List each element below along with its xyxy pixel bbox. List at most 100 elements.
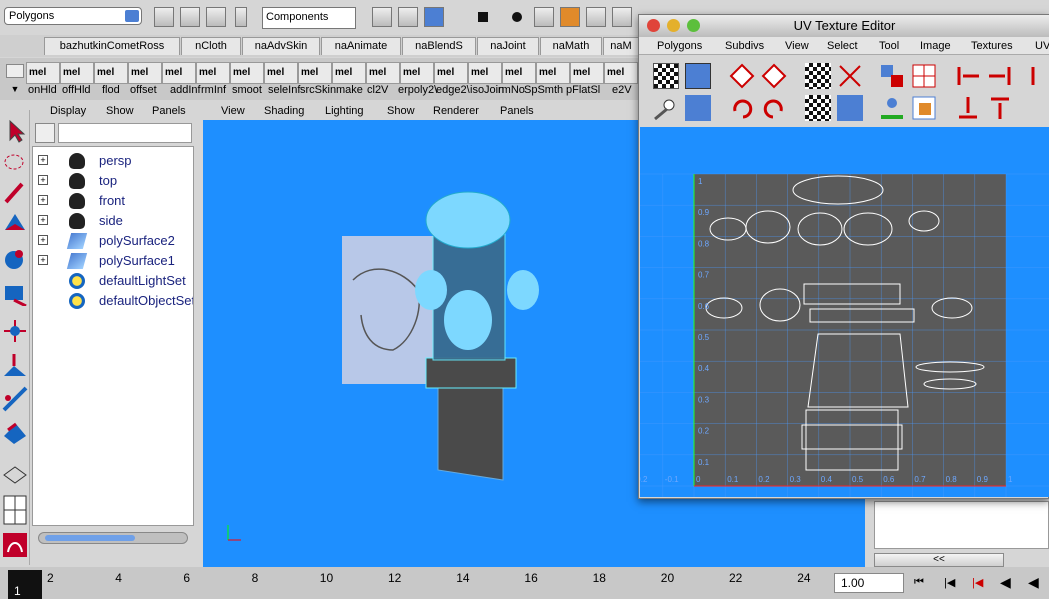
expand-icon[interactable]: + xyxy=(38,235,48,245)
step-back-frame-icon[interactable]: |◀ xyxy=(972,576,983,589)
cut-uv-icon[interactable] xyxy=(805,63,831,89)
uv-lattice-icon[interactable] xyxy=(653,95,679,121)
expand-icon[interactable]: + xyxy=(38,155,48,165)
selection-mask-icon[interactable] xyxy=(235,7,247,27)
align-left-icon[interactable] xyxy=(955,63,981,89)
lasso-tool-icon[interactable] xyxy=(2,150,28,176)
outliner-item[interactable]: + polySurface2 xyxy=(33,231,193,251)
four-pane-layout-icon[interactable] xyxy=(2,494,28,526)
outliner-item[interactable]: defaultLightSet xyxy=(33,271,193,291)
mel-script-button[interactable]: mel xyxy=(366,62,400,84)
uv-menu-tool[interactable]: Tool xyxy=(879,40,899,52)
time-slider-track[interactable] xyxy=(0,567,826,599)
uv-menu-view[interactable]: View xyxy=(785,40,809,52)
outliner-menu-show[interactable]: Show xyxy=(106,105,134,117)
rotate-tool-icon[interactable] xyxy=(2,246,28,272)
more-tools-icon[interactable] xyxy=(1029,63,1049,89)
object-mode-icon[interactable] xyxy=(398,7,418,27)
uv-grid-icon[interactable] xyxy=(685,95,711,121)
mel-script-button[interactable]: mel xyxy=(196,62,230,84)
scrollbar-thumb[interactable] xyxy=(45,535,135,541)
flip-u-icon[interactable] xyxy=(729,63,755,89)
viewport-menu-renderer[interactable]: Renderer xyxy=(433,105,479,117)
paint-select-tool-icon[interactable] xyxy=(2,180,28,206)
shelf-tab[interactable]: naAdvSkin xyxy=(242,37,320,55)
current-frame-marker[interactable]: 1 xyxy=(8,570,42,599)
mel-script-button[interactable]: mel xyxy=(604,62,638,84)
mel-script-button[interactable]: mel xyxy=(400,62,434,84)
uv-menu-uv[interactable]: UV xyxy=(1035,40,1049,52)
play-forwards-icon[interactable]: ◀ xyxy=(1028,574,1039,591)
uv-menu-select[interactable]: Select xyxy=(827,40,858,52)
close-icon[interactable] xyxy=(647,19,660,32)
step-back-key-icon[interactable]: |◀ xyxy=(944,576,955,589)
shelf-tab[interactable]: naJoint xyxy=(477,37,539,55)
mel-script-button[interactable]: mel xyxy=(230,62,264,84)
rotate-cw-icon[interactable] xyxy=(761,95,787,121)
shelf-tab[interactable]: naBlendS xyxy=(402,37,476,55)
split-uv-icon[interactable] xyxy=(837,63,863,89)
current-time-field[interactable]: 1.00 xyxy=(834,573,904,593)
layout-uv-icon[interactable] xyxy=(879,63,905,89)
mel-script-button[interactable]: mel xyxy=(434,62,468,84)
mel-script-button[interactable]: mel xyxy=(298,62,332,84)
viewport-menu-lighting[interactable]: Lighting xyxy=(325,105,364,117)
outliner-item[interactable]: + persp xyxy=(33,151,193,171)
viewport-menu-view[interactable]: View xyxy=(221,105,245,117)
save-scene-icon[interactable] xyxy=(206,7,226,27)
menu-set-dropdown[interactable]: Polygons xyxy=(4,7,142,25)
uv-menu-polygons[interactable]: Polygons xyxy=(657,40,702,52)
outliner-menu-display[interactable]: Display xyxy=(50,105,86,117)
shelf-tab[interactable]: naAnimate xyxy=(321,37,401,55)
outliner-filter-input[interactable] xyxy=(58,123,192,143)
align-top-icon[interactable] xyxy=(987,95,1013,121)
uv-editor-titlebar[interactable]: UV Texture Editor xyxy=(639,15,1049,37)
hypershade-layout-icon[interactable] xyxy=(2,532,28,558)
collapse-button[interactable]: << xyxy=(874,553,1004,567)
uv-menu-subdivs[interactable]: Subdivs xyxy=(725,40,764,52)
expand-icon[interactable]: + xyxy=(38,255,48,265)
filter-options-icon[interactable] xyxy=(35,123,55,143)
vertex-mask-icon[interactable] xyxy=(478,12,488,22)
mel-script-button[interactable]: mel xyxy=(502,62,536,84)
shelf-tab[interactable]: naMath xyxy=(540,37,602,55)
mel-script-button[interactable]: mel xyxy=(264,62,298,84)
point-mask-icon[interactable] xyxy=(512,12,522,22)
mel-script-button[interactable]: mel xyxy=(162,62,196,84)
mel-script-button[interactable]: mel xyxy=(26,62,60,84)
shelf-tab[interactable]: naM xyxy=(603,37,639,55)
uv-select-tool-icon[interactable] xyxy=(685,63,711,89)
open-scene-icon[interactable] xyxy=(180,7,200,27)
outliner-item[interactable]: defaultObjectSet xyxy=(33,291,193,311)
face-mask-icon[interactable] xyxy=(560,7,580,27)
expand-icon[interactable]: + xyxy=(38,215,48,225)
selection-mode-field[interactable]: Components xyxy=(262,7,356,29)
uv-menu-textures[interactable]: Textures xyxy=(971,40,1013,52)
viewport-menu-show[interactable]: Show xyxy=(387,105,415,117)
rotate-ccw-icon[interactable] xyxy=(729,95,755,121)
shelf-dropdown-icon[interactable]: ▼ xyxy=(6,84,24,96)
uv-menu-image[interactable]: Image xyxy=(920,40,951,52)
curve-snap-icon[interactable] xyxy=(586,7,606,27)
flip-v-icon[interactable] xyxy=(761,63,787,89)
relax-uv-icon[interactable] xyxy=(879,95,905,121)
go-to-start-icon[interactable]: ⏮ xyxy=(914,576,924,589)
soft-mod-icon[interactable] xyxy=(2,354,28,380)
mel-script-button[interactable]: mel xyxy=(94,62,128,84)
shelf-menu-icon[interactable] xyxy=(6,64,24,78)
mel-script-button[interactable]: mel xyxy=(60,62,94,84)
hierarchy-mode-icon[interactable] xyxy=(372,7,392,27)
scale-tool-icon[interactable] xyxy=(2,280,28,308)
align-bottom-icon[interactable] xyxy=(955,95,981,121)
show-manip-icon[interactable] xyxy=(2,386,28,412)
move-sew-icon[interactable] xyxy=(837,95,863,121)
grid-snap-icon[interactable] xyxy=(612,7,632,27)
mel-script-button[interactable]: mel xyxy=(468,62,502,84)
expand-icon[interactable]: + xyxy=(38,175,48,185)
universal-manip-icon[interactable] xyxy=(2,318,28,344)
mel-script-button[interactable]: mel xyxy=(570,62,604,84)
zoom-icon[interactable] xyxy=(687,19,700,32)
shelf-tab[interactable]: nCloth xyxy=(181,37,241,55)
viewport-menu-shading[interactable]: Shading xyxy=(264,105,304,117)
outliner-scrollbar[interactable] xyxy=(38,532,188,544)
